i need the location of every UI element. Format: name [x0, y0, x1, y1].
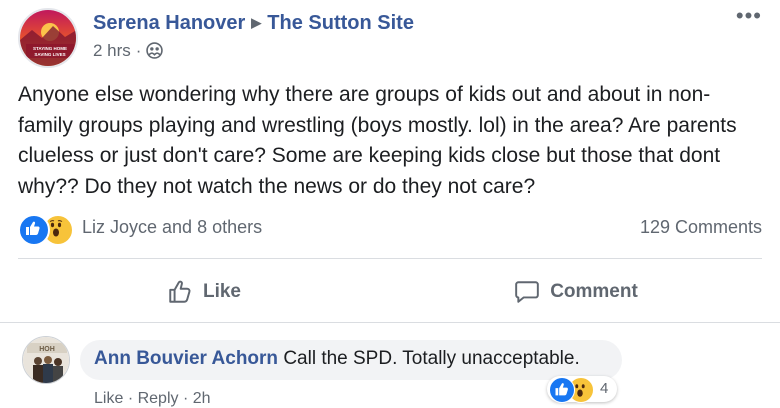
comment-text: Call the SPD. Totally unacceptable. — [283, 348, 580, 369]
post-meta: 2 hrs · — [93, 41, 164, 64]
comment-button[interactable]: Comment — [390, 262, 762, 322]
post-header: STAYING HOME SAVING LIVES Serena Hanover… — [18, 5, 762, 68]
post-body: Anyone else wondering why there are grou… — [18, 83, 737, 198]
caret-right-icon: ▶ — [251, 15, 262, 30]
more-options-icon[interactable]: ••• — [736, 5, 762, 27]
author-name[interactable]: Serena Hanover — [93, 12, 245, 34]
comment-reaction-count: 4 — [600, 380, 609, 397]
comment-author[interactable]: Ann Bouvier Achorn — [94, 348, 278, 369]
comment-section: HOH Ann Bouvier Achorn Call the SPD. Tot… — [0, 324, 780, 408]
comment-reactions[interactable]: 4 — [547, 376, 617, 403]
audience-group-icon[interactable] — [146, 42, 164, 64]
comment-action-separator: · — [127, 390, 138, 407]
comment-reply-link[interactable]: Reply — [138, 390, 179, 407]
avatar-text-2: SAVING LIVES — [34, 52, 65, 57]
post-time[interactable]: 2 hrs — [93, 41, 131, 60]
like-button-label: Like — [202, 281, 242, 302]
author-avatar[interactable]: STAYING HOME SAVING LIVES — [18, 8, 78, 68]
divider-top — [18, 258, 762, 259]
comment-action-separator: · — [182, 390, 193, 407]
commenter-avatar[interactable]: HOH — [22, 336, 70, 384]
comment-like-link[interactable]: Like — [94, 390, 123, 407]
reaction-icons[interactable] — [18, 214, 80, 246]
group-name[interactable]: The Sutton Site — [267, 12, 414, 34]
comment-actions: Like · Reply · 2h — [94, 390, 211, 408]
comments-count[interactable]: 129 Comments — [640, 217, 762, 238]
avatar-text-1: STAYING HOME — [33, 46, 67, 51]
like-button[interactable]: Like — [18, 262, 390, 322]
reactors-summary[interactable]: Liz Joyce and 8 others — [82, 217, 262, 238]
comment-like-reaction-icon — [549, 377, 575, 403]
comment-bubble-icon — [515, 281, 539, 303]
action-bar: Like Comment — [18, 262, 762, 322]
thumbs-up-icon — [169, 280, 191, 303]
meta-separator: · — [135, 41, 142, 60]
divider-bottom — [0, 322, 780, 323]
comment-button-label: Comment — [550, 281, 638, 302]
reactions-row: Liz Joyce and 8 others 129 Comments — [18, 212, 762, 246]
comment-time[interactable]: 2h — [193, 390, 211, 407]
author-line: Serena Hanover ▶ The Sutton Site — [93, 12, 414, 35]
like-reaction-icon — [18, 214, 50, 246]
comment-bubble: Ann Bouvier Achorn Call the SPD. Totally… — [80, 340, 622, 380]
commenter-avatar-text: HOH — [39, 346, 55, 353]
